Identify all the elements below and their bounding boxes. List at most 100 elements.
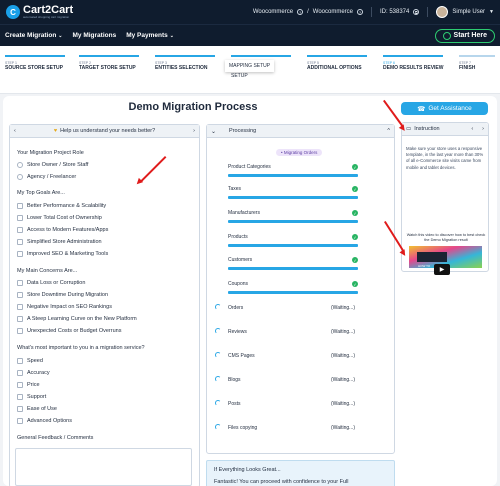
entity-label: Files copying [228, 425, 258, 431]
goal-checkbox[interactable]: Lower Total Cost of Ownership [17, 215, 102, 221]
concern-checkbox[interactable]: Negative Impact on SEO Rankings [17, 304, 112, 310]
progress-bar [228, 267, 358, 270]
chevron-up-icon[interactable]: ^ [387, 128, 390, 134]
chevron-down-icon[interactable]: ▼ [489, 9, 494, 15]
progress-bar [228, 196, 358, 199]
chevron-down-icon[interactable]: ⌄ [211, 128, 216, 135]
important-checkbox[interactable]: Support [17, 394, 46, 400]
check-icon: ✓ [352, 234, 358, 240]
role-option[interactable]: Store Owner / Store Staff [17, 162, 88, 168]
instruction-title: Instruction [414, 126, 440, 132]
chevron-right-icon[interactable]: › [482, 126, 484, 132]
nav-create-migration[interactable]: Create Migration ⌄ [5, 32, 63, 39]
section-important: What's most important to you in a migrat… [17, 345, 145, 351]
chevron-left-icon[interactable]: ‹ [471, 126, 473, 132]
step-4-tooltip: MAPPING SETUP [225, 60, 275, 72]
step-6[interactable]: STEP 6 DEMO RESULTS REVIEW [383, 55, 449, 71]
chevron-down-icon: ⌄ [58, 32, 63, 39]
survey-header: Help us understand your needs better? [60, 128, 156, 134]
main-nav: Create Migration ⌄ My Migrations My Payme… [0, 24, 500, 46]
loading-icon [215, 328, 221, 334]
start-here-button[interactable]: Start Here [434, 28, 495, 43]
feedback-textarea[interactable] [15, 448, 192, 486]
video-caption: Watch this video to discover how to best… [406, 233, 486, 242]
avatar[interactable] [436, 6, 449, 18]
help-icon[interactable]: ? [357, 9, 363, 15]
play-icon[interactable]: ▶ [434, 264, 450, 275]
goal-checkbox[interactable]: Better Performance & Scalability [17, 203, 106, 209]
goal-checkbox[interactable]: Access to Modern Features/Apps [17, 227, 108, 233]
progress-bar [228, 220, 358, 223]
step-4-label: SETUP [231, 73, 248, 79]
logo[interactable]: C Cart2Cart automated shopping cart migr… [6, 5, 73, 19]
section-concerns: My Main Concerns Are... [17, 268, 78, 274]
important-checkbox[interactable]: Speed [17, 358, 43, 364]
important-checkbox[interactable]: Price [17, 382, 40, 388]
loading-icon [215, 304, 221, 310]
copy-id-icon[interactable]: ⧉ [413, 9, 420, 15]
step-5[interactable]: STEP 5 ADDITIONAL OPTIONS [307, 55, 373, 71]
section-goals: My Top Goals Are... [17, 190, 65, 196]
help-icon[interactable]: ? [297, 9, 304, 15]
waiting-status: (Waiting...) [331, 329, 355, 335]
processing-header: Processing [229, 128, 257, 134]
check-icon: ✓ [352, 257, 358, 263]
page-title: Demo Migration Process [128, 101, 258, 113]
important-checkbox[interactable]: Ease of Use [17, 406, 57, 412]
chevron-right-icon[interactable]: › [193, 128, 195, 134]
concern-checkbox[interactable]: Data Loss or Corruption [17, 280, 85, 286]
banner-title: If Everything Looks Great... [214, 467, 281, 473]
role-option[interactable]: Agency / Freelancer [17, 174, 76, 180]
entity-label: Products [228, 234, 248, 240]
power-icon [442, 31, 451, 40]
entity-label: Posts [228, 401, 241, 407]
chevron-left-icon[interactable]: ‹ [14, 128, 16, 134]
important-checkbox[interactable]: Advanced Options [17, 418, 72, 424]
entity-label: Manufacturers [228, 210, 260, 216]
banner-text: Fantastic! You can proceed with confiden… [214, 479, 349, 485]
headset-icon: ☎ [417, 105, 426, 113]
progress-bar [228, 174, 358, 177]
cart-logo-icon: C [6, 5, 20, 19]
waiting-status: (Waiting...) [331, 425, 355, 431]
migration-id: ID: 538374 [380, 9, 410, 15]
source-platform: Woocommerce [252, 9, 294, 15]
user-name[interactable]: Simple User [452, 9, 485, 15]
heart-icon: ♥ [53, 128, 58, 134]
waiting-status: (Waiting...) [331, 305, 355, 311]
waiting-status: (Waiting...) [331, 401, 355, 407]
status-badge: • Migrating Orders [276, 149, 323, 156]
target-platform: Woocommerce [312, 9, 353, 15]
entity-label: Coupons [228, 281, 249, 287]
chevron-down-icon: ⌄ [169, 32, 174, 39]
loading-icon [215, 424, 221, 430]
step-7[interactable]: STEP 7 FINISH [459, 55, 499, 71]
goal-checkbox[interactable]: Simplified Store Administration [17, 239, 102, 245]
instruction-text: Make sure your store uses a responsive t… [406, 146, 484, 170]
waiting-status: (Waiting...) [331, 353, 355, 359]
step-2[interactable]: STEP 2 TARGET STORE SETUP [79, 55, 145, 71]
step-3[interactable]: STEP 3 ENTITIES SELECTION [155, 55, 221, 71]
step-4[interactable] [231, 55, 297, 57]
entity-label: Customers [228, 257, 253, 263]
entity-label: Orders [228, 305, 244, 311]
entity-label: CMS Pages [228, 353, 255, 359]
logo-tagline: automated shopping cart migration [23, 15, 70, 19]
progress-bar [228, 244, 358, 247]
entity-label: Blogs [228, 377, 241, 383]
entity-label: Taxes [228, 186, 242, 192]
concern-checkbox[interactable]: Unexpected Costs or Budget Overruns [17, 328, 121, 334]
check-icon: ✓ [352, 164, 358, 170]
concern-checkbox[interactable]: Store Downtime During Migration [17, 292, 108, 298]
goal-checkbox[interactable]: Improved SEO & Marketing Tools [17, 251, 108, 257]
get-assistance-button[interactable]: ☎ Get Assistance [401, 102, 488, 115]
nav-my-payments[interactable]: My Payments ⌄ [126, 32, 174, 39]
entity-label: Reviews [228, 329, 247, 335]
concern-checkbox[interactable]: A Steep Learning Curve on the New Platfo… [17, 316, 137, 322]
waiting-status: (Waiting...) [331, 377, 355, 383]
top-bar: C Cart2Cart automated shopping cart migr… [0, 0, 500, 24]
check-icon: ✓ [352, 210, 358, 216]
important-checkbox[interactable]: Accuracy [17, 370, 50, 376]
step-1[interactable]: STEP 1 SOURCE STORE SETUP [5, 55, 71, 71]
nav-my-migrations[interactable]: My Migrations [73, 32, 117, 39]
